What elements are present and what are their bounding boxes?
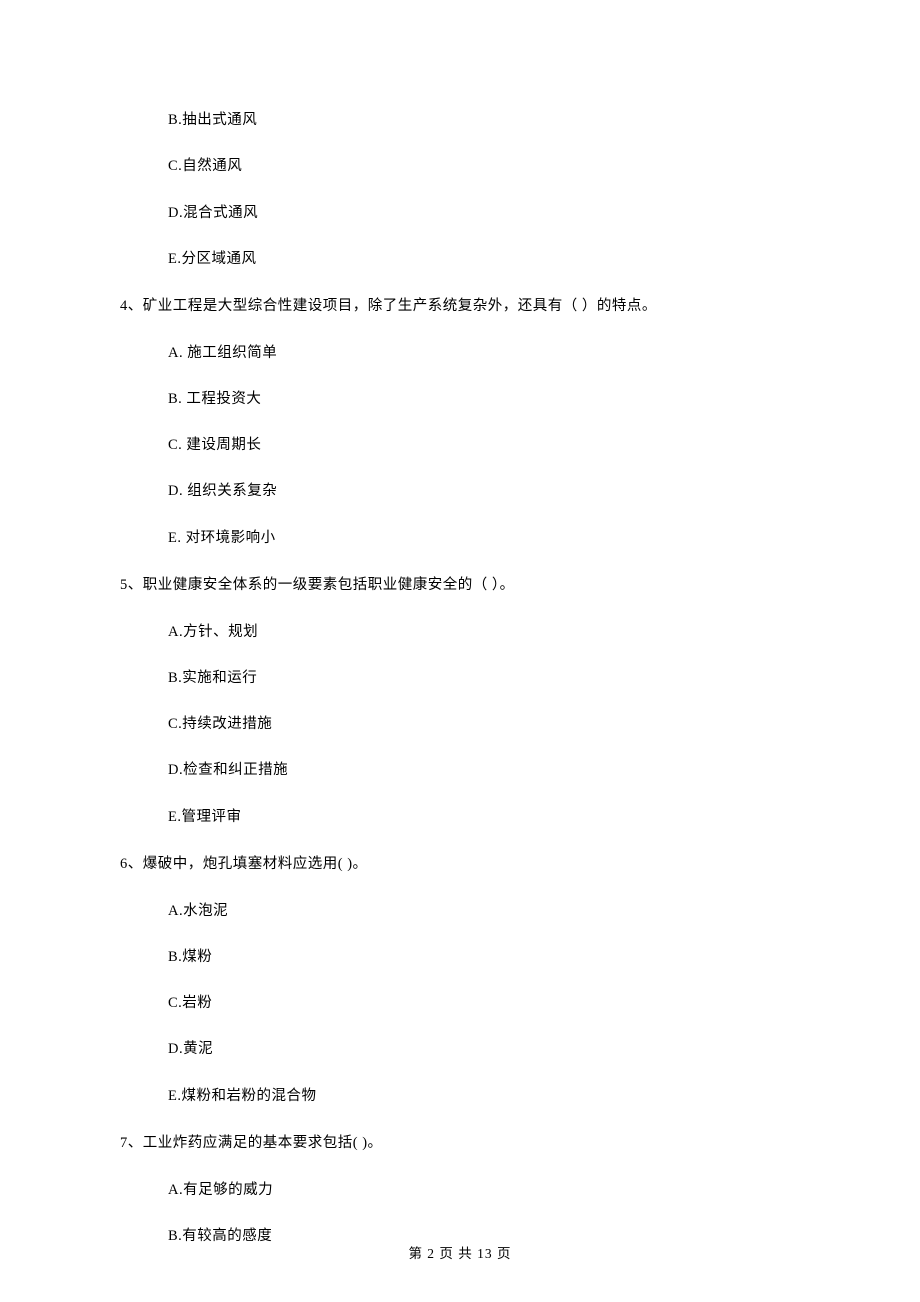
q6-option-a: A.水泡泥 (120, 901, 800, 923)
q7-stem: 7、工业炸药应满足的基本要求包括( )。 (120, 1132, 800, 1155)
q5-option-e: E.管理评审 (120, 807, 800, 829)
q3-option-d: D.混合式通风 (120, 203, 800, 225)
q6-option-c: C.岩粉 (120, 993, 800, 1015)
q3-option-b: B.抽出式通风 (120, 110, 800, 132)
q4-stem: 4、矿业工程是大型综合性建设项目，除了生产系统复杂外，还具有（ ）的特点。 (120, 295, 800, 318)
q5-option-d: D.检查和纠正措施 (120, 760, 800, 782)
q5-stem: 5、职业健康安全体系的一级要素包括职业健康安全的（ ）。 (120, 574, 800, 597)
q6-stem: 6、爆破中，炮孔填塞材料应选用( )。 (120, 853, 800, 876)
q4-option-b: B. 工程投资大 (120, 389, 800, 411)
q5-option-a: A.方针、规划 (120, 622, 800, 644)
q4-option-d: D. 组织关系复杂 (120, 481, 800, 503)
q7-option-a: A.有足够的威力 (120, 1180, 800, 1202)
q4-option-a: A. 施工组织简单 (120, 343, 800, 365)
page-footer: 第 2 页 共 13 页 (0, 1242, 920, 1262)
q6-option-b: B.煤粉 (120, 947, 800, 969)
q3-option-c: C.自然通风 (120, 156, 800, 178)
q5-option-b: B.实施和运行 (120, 668, 800, 690)
q3-option-e: E.分区域通风 (120, 249, 800, 271)
q4-option-e: E. 对环境影响小 (120, 528, 800, 550)
q6-option-e: E.煤粉和岩粉的混合物 (120, 1086, 800, 1108)
q5-option-c: C.持续改进措施 (120, 714, 800, 736)
q6-option-d: D.黄泥 (120, 1039, 800, 1061)
q4-option-c: C. 建设周期长 (120, 435, 800, 457)
